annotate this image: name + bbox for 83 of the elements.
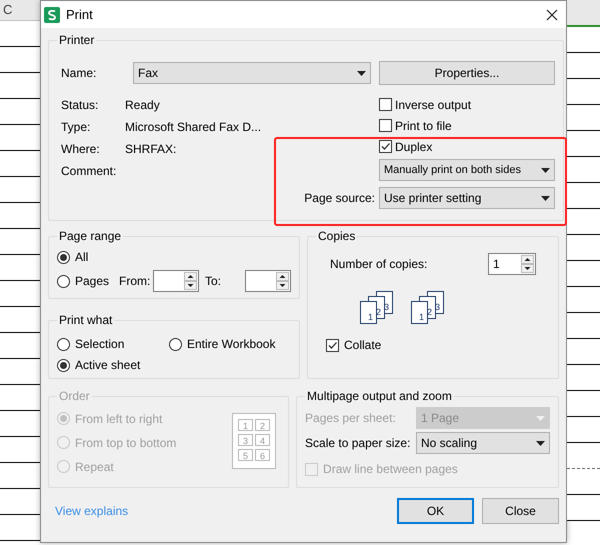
sheet-cell	[0, 410, 40, 436]
sheet-cell	[0, 176, 40, 202]
sheet-cell	[0, 124, 40, 150]
field-label: From:	[119, 273, 152, 290]
radio-label: Selection	[75, 336, 124, 353]
printer-name-dropdown[interactable]: Fax	[133, 62, 371, 84]
group-title: Page range	[58, 228, 122, 245]
sheet-cell	[0, 332, 40, 358]
radio-label: Pages	[75, 273, 110, 290]
field-label: Number of copies:	[330, 256, 428, 273]
checkbox[interactable]	[379, 119, 392, 132]
column-header: C	[0, 0, 40, 20]
dropdown-arrow-icon	[541, 196, 550, 200]
sheet-cell	[0, 306, 40, 332]
field-label: To:	[205, 273, 222, 290]
radio-label: From top to bottom	[75, 434, 176, 452]
sheet-cell	[0, 488, 40, 514]
group-title: Multipage output and zoom	[306, 388, 453, 405]
radio-label: Repeat	[75, 458, 114, 476]
page-order-icon: 1 2 3 4 5 6	[232, 412, 276, 468]
info-value: SHRFAX:	[125, 141, 176, 158]
radio-label: All	[75, 249, 88, 266]
page-source-dropdown[interactable]: Use printer setting	[379, 187, 555, 209]
checkbox[interactable]	[326, 338, 339, 352]
sheet-cell	[0, 150, 40, 176]
copies-field[interactable]: 1	[488, 253, 536, 275]
sheet-cell	[0, 358, 40, 384]
group-title: Print what	[58, 312, 114, 329]
checkbox[interactable]	[379, 98, 392, 111]
radio-button[interactable]	[57, 358, 70, 372]
sheet-cell	[0, 72, 40, 98]
close-icon[interactable]	[546, 8, 558, 20]
spin-arrows-icon	[184, 272, 197, 290]
dropdown-arrow-icon	[357, 70, 366, 76]
dropdown-arrow-icon	[536, 416, 545, 420]
checkbox-label: Inverse output	[395, 96, 472, 114]
properties-button[interactable]: Properties...	[379, 61, 555, 85]
spin-arrows-icon	[521, 255, 534, 273]
checkbox-label: Collate	[344, 337, 382, 354]
field-label: Page source:	[304, 190, 375, 207]
sheet-cell	[0, 436, 40, 462]
sheet-cell	[0, 46, 40, 72]
radio-label: Active sheet	[75, 357, 140, 374]
radio-label: From left to right	[75, 410, 162, 428]
info-label: Comment:	[61, 163, 118, 180]
checkbox-label: Draw line between pages	[323, 461, 458, 478]
dialog-button[interactable]: OK	[397, 498, 474, 524]
checkbox-label: Print to file	[395, 118, 452, 134]
sheet-cell	[0, 202, 40, 228]
sheet-cell	[0, 462, 40, 488]
checkbox[interactable]	[379, 140, 392, 153]
field-label: Pages per sheet:	[305, 410, 396, 427]
sheet-cell	[0, 384, 40, 410]
sheet-cell	[0, 280, 40, 306]
field-label: Scale to paper size:	[305, 435, 410, 452]
app-logo-icon	[44, 6, 60, 22]
info-label: Type:	[61, 119, 92, 136]
to-page-field[interactable]	[245, 270, 291, 292]
checkbox-label: Duplex	[395, 138, 432, 156]
radio-label: Entire Workbook	[187, 336, 276, 353]
radio-button[interactable]	[57, 274, 70, 288]
group-title: Printer	[58, 32, 96, 49]
dialog-button[interactable]: Close	[482, 498, 559, 524]
spin-arrows-icon	[276, 272, 289, 290]
field-label: Name:	[60, 65, 98, 82]
info-value: Microsoft Shared Fax D...	[125, 119, 262, 136]
info-value: Ready	[125, 97, 160, 114]
duplex-mode-dropdown[interactable]: Manually print on both sides	[379, 159, 555, 181]
sheet-cell	[0, 98, 40, 124]
scale-dropdown[interactable]: No scaling	[416, 432, 550, 454]
sheet-cell	[0, 254, 40, 280]
info-label: Where:	[61, 141, 101, 158]
radio-button[interactable]	[57, 250, 70, 264]
from-page-field[interactable]	[153, 270, 199, 292]
radio-button[interactable]	[57, 338, 70, 350]
dropdown-arrow-icon	[541, 168, 550, 172]
info-label: Status:	[61, 97, 100, 114]
sheet-cell	[0, 228, 40, 254]
window-title: Print	[66, 6, 93, 24]
dropdown-arrow-icon	[536, 440, 545, 446]
group-title: Order	[58, 388, 91, 405]
radio-button[interactable]	[169, 338, 182, 350]
group-title: Copies	[317, 228, 356, 245]
